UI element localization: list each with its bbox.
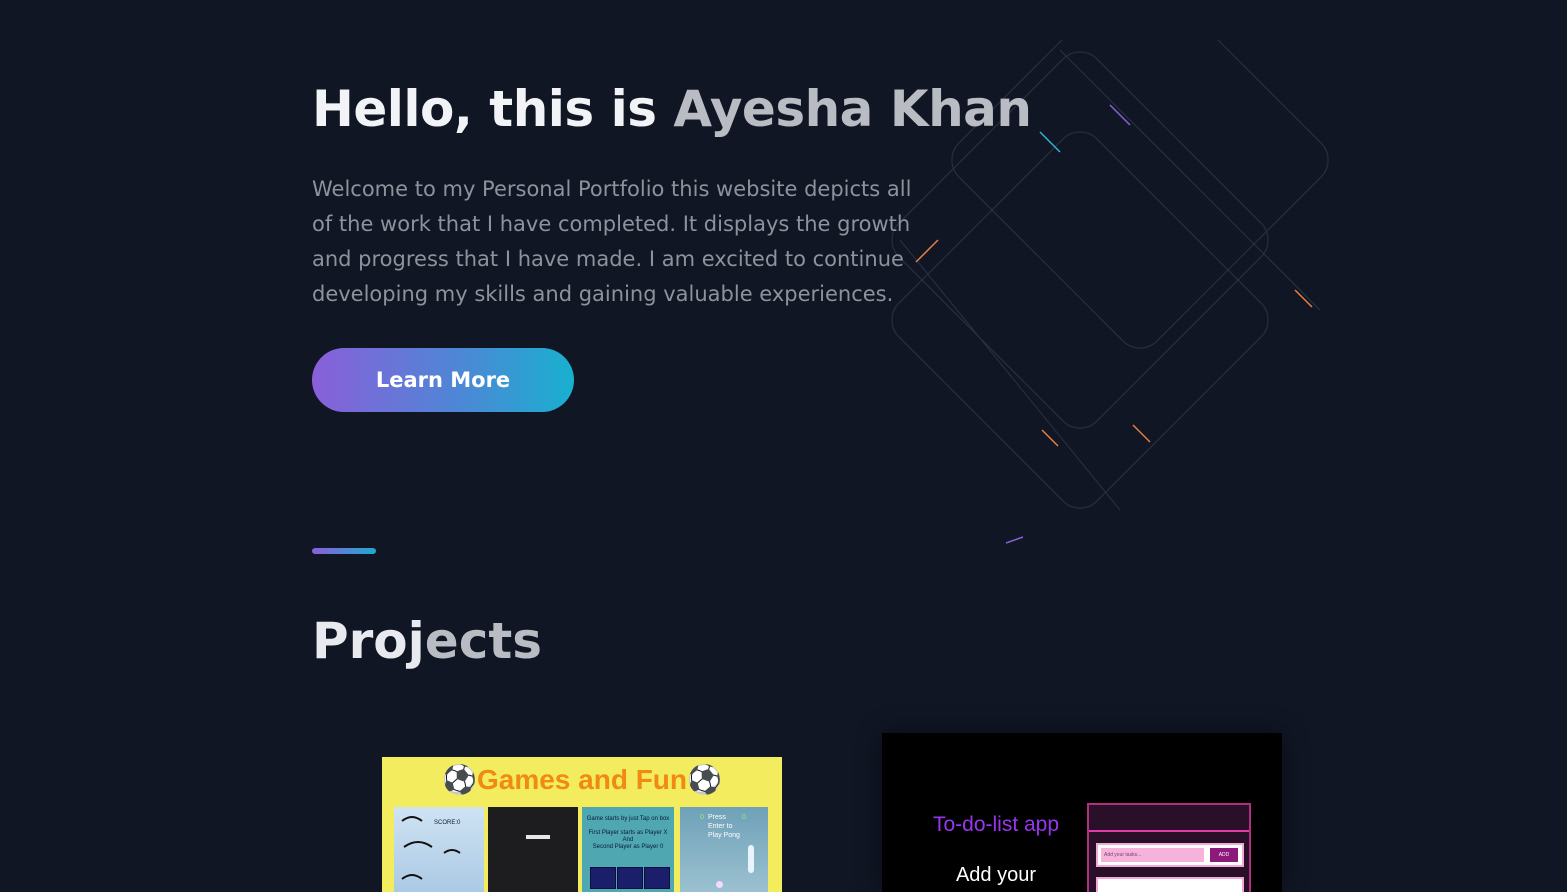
projects-heading-start: Proj: [312, 612, 425, 670]
tictactoe-cell: [644, 867, 670, 889]
hero-greeting: Hello, this is: [312, 80, 674, 138]
games-card-title: ⚽Games and Fun⚽: [442, 764, 722, 795]
games-panel-dark: [488, 807, 578, 892]
preview-input-row: Add your tasks... ADD: [1096, 843, 1244, 867]
preview-add-button: ADD: [1210, 848, 1238, 862]
hero-title: Hello, this is Ayesha Khan: [312, 80, 1032, 138]
learn-more-button[interactable]: Learn More: [312, 348, 574, 412]
score-label: SCORE:0: [434, 820, 461, 826]
projects-heading-end: ects: [424, 612, 543, 670]
todo-app-preview: Add your tasks... ADD: [1087, 803, 1251, 892]
todo-card-title: To-do-list app: [932, 813, 1060, 836]
project-card-todo[interactable]: To-do-list app Add your Add your tasks..…: [882, 733, 1282, 892]
pong-ball: [716, 881, 723, 888]
paddle-shape: [526, 835, 550, 839]
tictactoe-cell: [617, 867, 643, 889]
pong-paddle: [748, 845, 754, 873]
section-divider: [312, 548, 376, 554]
project-card-games[interactable]: ⚽Games and Fun⚽ SCORE:0 Game starts by j…: [382, 757, 782, 892]
games-panel-pong: 0 0 Press Enter to Play Pong: [680, 807, 768, 892]
hero-description: Welcome to my Personal Portfolio this we…: [312, 177, 912, 306]
todo-card-subtitle: Add your: [955, 864, 1037, 886]
preview-header-bar: [1089, 830, 1249, 832]
games-panel-flappy: SCORE:0: [394, 807, 484, 892]
hero-name: Ayesha Khan: [673, 80, 1032, 138]
tictactoe-line-1: Game starts by just Tap on box: [586, 816, 670, 822]
preview-task-item: [1096, 877, 1244, 892]
games-panel-tictactoe: Game starts by just Tap on box First Pla…: [582, 807, 674, 892]
pong-score-left: 0: [700, 814, 704, 821]
pong-score-right: 0: [742, 814, 746, 821]
projects-heading: Projects: [312, 612, 542, 670]
pong-instruction: Press Enter to Play Pong: [708, 814, 740, 839]
preview-task-input: Add your tasks...: [1101, 848, 1204, 862]
tictactoe-cell: [590, 867, 616, 889]
tictactoe-line-4: Second Player as Player 0: [592, 844, 664, 850]
